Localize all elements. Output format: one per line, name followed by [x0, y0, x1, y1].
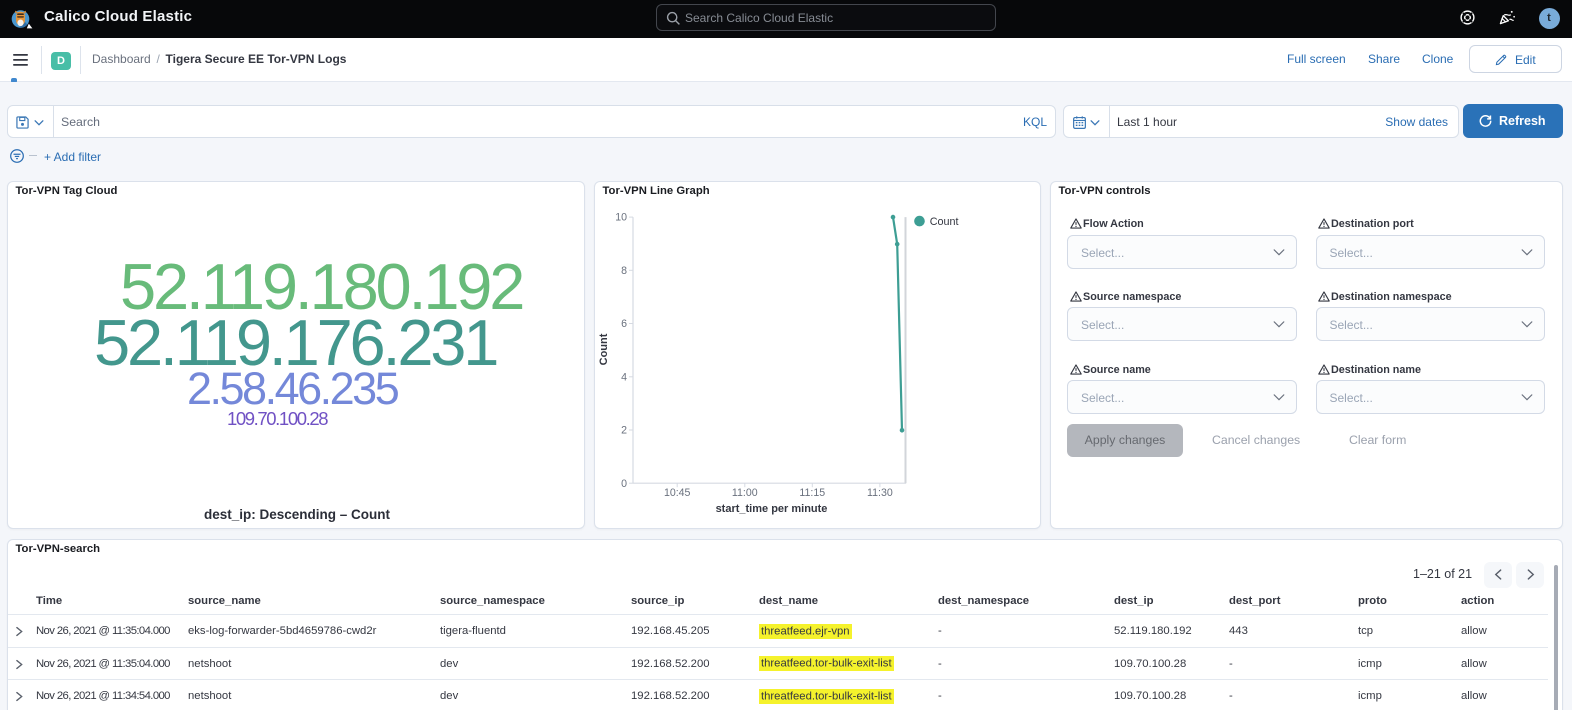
svg-text:10: 10 [615, 211, 627, 223]
svg-text:4: 4 [621, 371, 627, 383]
svg-text:10:45: 10:45 [664, 487, 691, 499]
svg-text:Count: Count [598, 333, 610, 365]
svg-text:0: 0 [621, 477, 627, 489]
svg-text:11:30: 11:30 [867, 487, 893, 499]
svg-text:11:00: 11:00 [732, 487, 758, 499]
svg-text:Count: Count [930, 216, 959, 228]
svg-text:8: 8 [621, 264, 627, 276]
svg-text:6: 6 [621, 318, 627, 330]
svg-text:11:15: 11:15 [799, 487, 825, 499]
svg-text:start_time per minute: start_time per minute [716, 503, 828, 515]
svg-text:2: 2 [621, 424, 627, 436]
